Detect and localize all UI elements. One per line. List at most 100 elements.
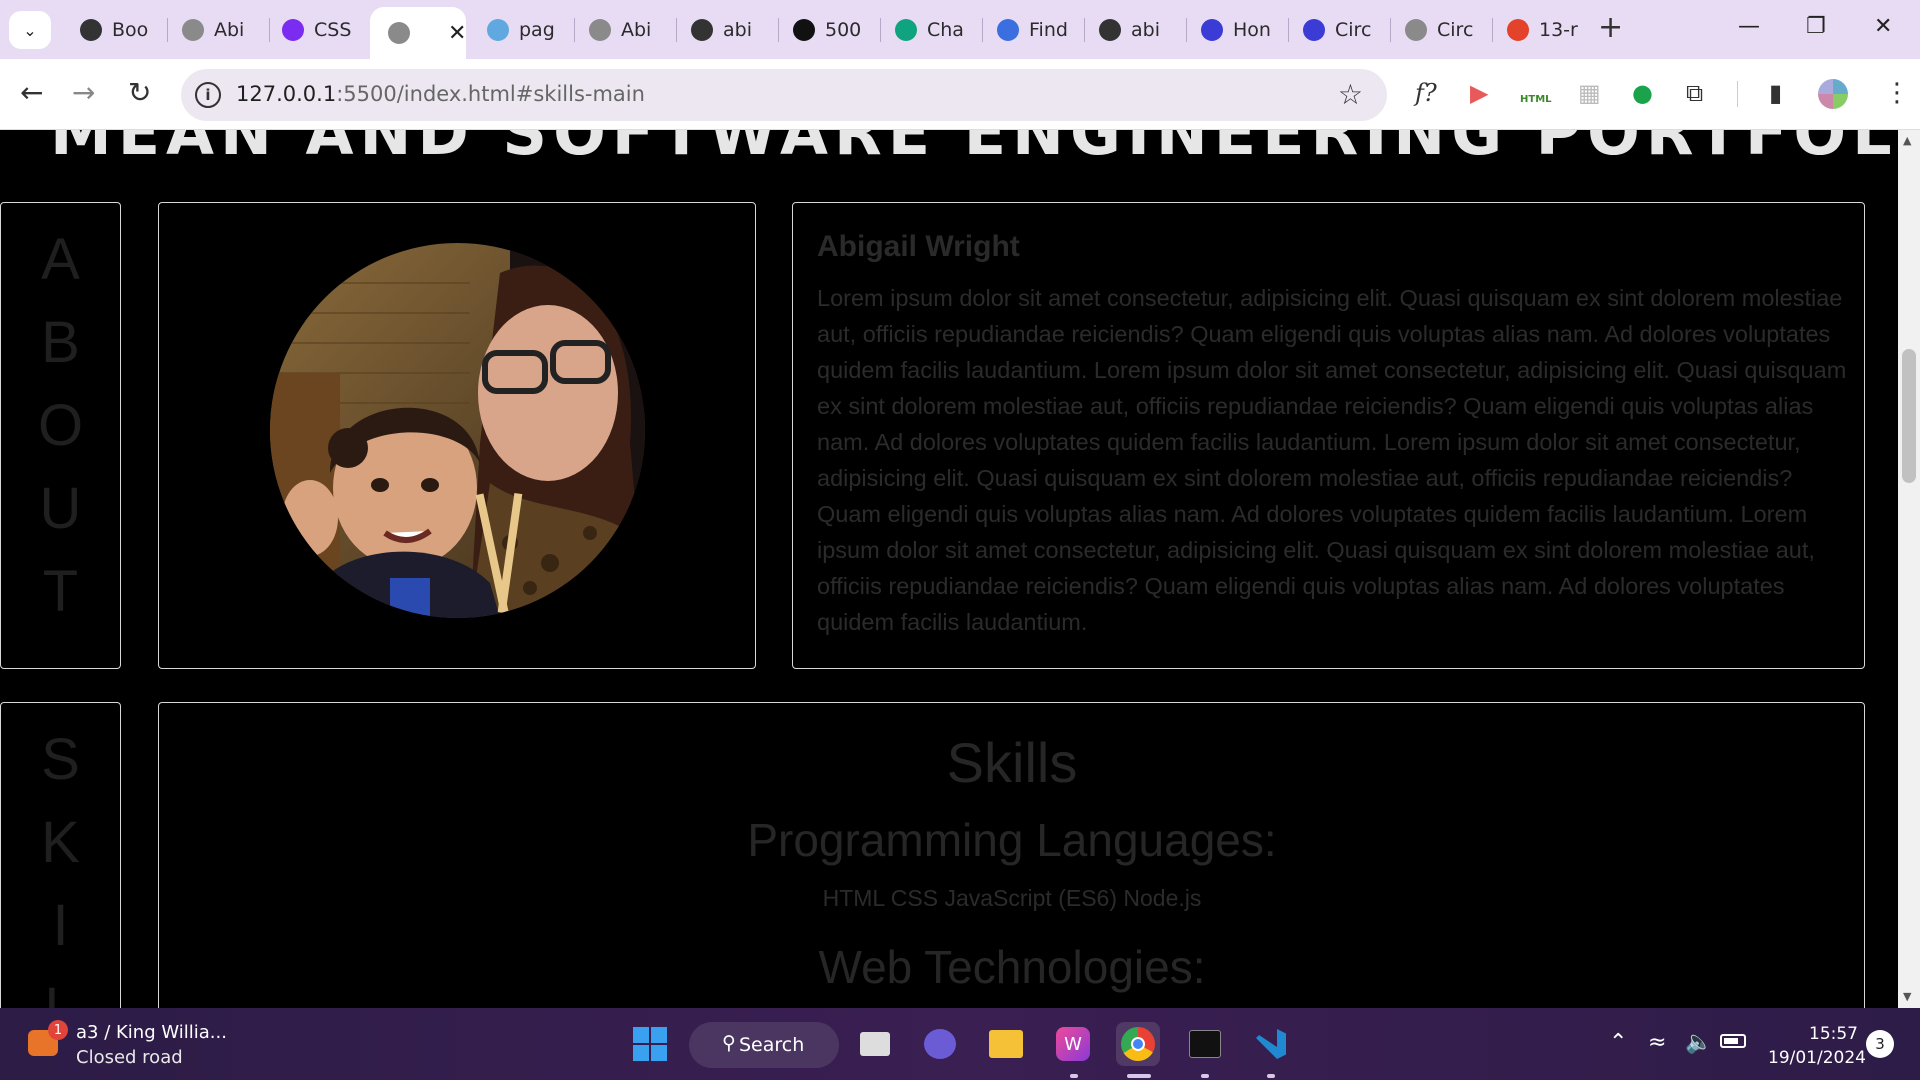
tab-title: Circ	[1437, 19, 1474, 41]
minimize-button[interactable]: —	[1738, 14, 1760, 39]
tab-search-button[interactable]: ⌄	[9, 11, 51, 49]
wps-office-icon[interactable]: W	[1051, 1022, 1095, 1066]
tab-close-icon[interactable]: ✕	[448, 21, 466, 46]
side-label-letter: U	[39, 476, 82, 541]
evernote-extension-icon[interactable]: ●	[1632, 78, 1653, 108]
about-name: Abigail Wright	[817, 230, 1020, 263]
circle-c-icon	[1201, 19, 1223, 41]
chevron-down-icon: ⌄	[23, 20, 37, 40]
terminal-icon[interactable]	[1183, 1022, 1227, 1066]
side-label-letter: L	[44, 967, 76, 1008]
wps-running-indicator	[1070, 1074, 1078, 1078]
grid-extension-icon[interactable]: ▦	[1578, 78, 1601, 108]
wifi-icon[interactable]: ≈	[1648, 1030, 1666, 1055]
notification-badge[interactable]: 3	[1866, 1030, 1894, 1058]
chrome-active-indicator	[1127, 1074, 1151, 1078]
programming-languages-heading: Programming Languages:	[747, 814, 1277, 866]
tab-separator	[574, 18, 575, 42]
tab-title: pag	[519, 19, 555, 41]
profile-photo-image	[270, 243, 645, 618]
battery-icon[interactable]	[1720, 1030, 1746, 1048]
browser-tab[interactable]: 500	[781, 9, 877, 51]
url-path: :5500/index.html#skills-main	[336, 82, 645, 106]
url-text[interactable]: 127.0.0.1:5500/index.html#skills-main	[236, 82, 645, 106]
system-clock[interactable]: 15:57 19/01/2024	[1768, 1022, 1866, 1070]
clock-time: 15:57	[1809, 1024, 1858, 1044]
reload-button[interactable]: ↻	[128, 78, 151, 108]
browser-tab[interactable]: abi	[679, 9, 775, 51]
browser-tab[interactable]: Circ	[1393, 9, 1489, 51]
chrome-icon[interactable]	[1116, 1022, 1160, 1066]
volume-icon[interactable]: 🔈	[1685, 1030, 1712, 1055]
browser-tab[interactable]: Abi	[170, 9, 266, 51]
globe-icon	[1405, 19, 1427, 41]
browser-tab[interactable]: Boo	[68, 9, 164, 51]
tab-separator	[1186, 18, 1187, 42]
scroll-thumb[interactable]	[1902, 349, 1916, 483]
flag-icon	[997, 19, 1019, 41]
toolbar-divider	[1737, 81, 1738, 107]
web-technologies-heading: Web Technologies:	[818, 941, 1206, 993]
tab-separator	[778, 18, 779, 42]
tab-title: CSS	[314, 19, 352, 41]
side-label-letter: B	[41, 310, 80, 375]
vscode-icon[interactable]	[1249, 1022, 1293, 1066]
screen-record-extension-icon[interactable]: ▶	[1470, 78, 1488, 108]
new-tab-button[interactable]: +	[1598, 13, 1623, 43]
show-hidden-icons-chevron-icon[interactable]: ⌃	[1609, 1030, 1627, 1055]
browser-tab[interactable]: Find	[985, 9, 1081, 51]
bootstrap-icon	[282, 19, 304, 41]
teams-chat-icon[interactable]	[918, 1022, 962, 1066]
tab-title: Circ	[1335, 19, 1372, 41]
formula-extension-icon[interactable]: f?	[1415, 78, 1437, 108]
forward-button[interactable]: →	[72, 78, 95, 108]
about-side-label: ABOUT	[0, 202, 121, 669]
page-scrollbar[interactable]: ▲ ▼	[1898, 130, 1920, 1008]
weather-title: a3 / King Willia...	[76, 1022, 227, 1043]
back-button[interactable]: ←	[20, 78, 43, 108]
file-explorer-icon[interactable]	[984, 1022, 1028, 1066]
tab-title: Hon	[1233, 19, 1271, 41]
github-icon	[80, 19, 102, 41]
side-label-letter: I	[52, 893, 69, 958]
windows-start-icon[interactable]	[628, 1022, 672, 1066]
browser-tab[interactable]: abi	[1087, 9, 1183, 51]
browser-tab[interactable]: CSS	[270, 9, 366, 51]
browser-tab[interactable]: Abi	[577, 9, 673, 51]
puzzle-extensions-icon[interactable]: ⧉	[1686, 78, 1703, 108]
tab-separator	[1390, 18, 1391, 42]
browser-tab[interactable]: Cha	[883, 9, 979, 51]
browser-tab[interactable]: ✕	[370, 7, 466, 59]
clock-date: 19/01/2024	[1768, 1048, 1866, 1068]
side-panel-icon[interactable]: ▮	[1769, 78, 1782, 108]
tab-separator	[1492, 18, 1493, 42]
languages-list: HTML CSS JavaScript (ES6) Node.js	[822, 885, 1202, 911]
browser-tab[interactable]: Hon	[1189, 9, 1285, 51]
globe-icon	[388, 22, 410, 44]
profile-avatar[interactable]	[1818, 79, 1848, 109]
profile-photo	[270, 243, 645, 618]
task-view-icon[interactable]	[853, 1022, 897, 1066]
address-bar[interactable]: i 127.0.0.1:5500/index.html#skills-main …	[181, 69, 1387, 121]
copilot-icon	[487, 19, 509, 41]
browser-tab[interactable]: pag	[475, 9, 571, 51]
more-menu-icon[interactable]: ⋮	[1884, 78, 1910, 108]
site-info-icon[interactable]: i	[195, 82, 221, 108]
gitlab-icon	[1507, 19, 1529, 41]
terminal-running-indicator	[1201, 1074, 1209, 1078]
globe-icon	[182, 19, 204, 41]
browser-tab[interactable]: 13-r	[1495, 9, 1591, 51]
browser-tab[interactable]: Circ	[1291, 9, 1387, 51]
tab-title: abi	[1131, 19, 1160, 41]
close-window-button[interactable]: ✕	[1874, 14, 1892, 39]
tab-title: Find	[1029, 19, 1068, 41]
tab-title: Abi	[214, 19, 245, 41]
bookmark-star-icon[interactable]: ☆	[1338, 78, 1363, 111]
taskbar-search-label: Search	[739, 1034, 805, 1056]
taskbar-search[interactable]: ⚲ Search	[689, 1022, 839, 1068]
scroll-down-arrow-icon[interactable]: ▼	[1903, 990, 1911, 1003]
page-heading: MEAN AND SOFTWARE ENGINEERING PORTFOLIO	[50, 130, 1898, 169]
scroll-up-arrow-icon[interactable]: ▲	[1903, 134, 1911, 147]
html-tree-extension-icon[interactable]: HTML	[1520, 85, 1552, 115]
restore-button[interactable]: ❐	[1806, 14, 1826, 39]
